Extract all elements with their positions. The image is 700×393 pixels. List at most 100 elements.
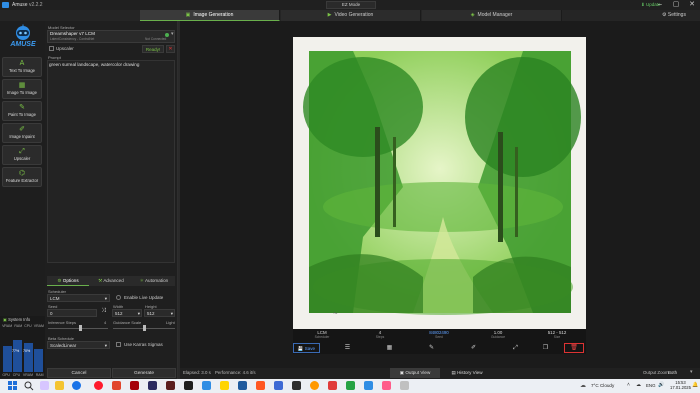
chevron-down-icon: ▾ [104, 296, 107, 301]
upscaler-checkbox[interactable] [49, 46, 54, 51]
elapsed-time: Elapsed: 3.0 s [183, 370, 211, 375]
ready-button[interactable]: Ready! [142, 45, 164, 53]
system-info-top-labels: VRAM RAM CPU VRAM [2, 324, 44, 328]
media-icon[interactable] [166, 381, 175, 390]
save-button[interactable]: 💾 Save [293, 343, 320, 353]
copilot-icon[interactable] [40, 381, 49, 390]
nav-paint-to-image[interactable]: ✎ Paint To Image [2, 101, 42, 121]
history-view-tab[interactable]: ▤ History View [442, 368, 492, 378]
shuffle-icon[interactable]: ⤨ [101, 308, 106, 315]
upscaler-label: Upscaler [56, 46, 74, 51]
close-icon[interactable]: ✕ [684, 0, 700, 9]
amuse-taskbar-icon[interactable] [202, 381, 211, 390]
app-icon[interactable] [400, 381, 409, 390]
tab-model-manager[interactable]: ◈ Model Manager [422, 10, 562, 21]
notification-icon[interactable]: 🔔 [692, 382, 698, 388]
copy-button[interactable]: ❐ [532, 343, 559, 353]
chevron-down-icon[interactable]: ▾ [690, 369, 693, 375]
output-zoom-select[interactable]: Both [668, 370, 677, 375]
seed-input[interactable]: 0 [47, 309, 97, 317]
nav-image-inpaint[interactable]: ✐ Image Inpaint [2, 123, 42, 143]
system-bar-ram [33, 348, 43, 372]
volume-icon[interactable]: 🔊 [658, 382, 664, 388]
windows-start-icon[interactable] [8, 381, 17, 390]
beta-schedule-select[interactable]: ScaledLinear ▾ [47, 341, 110, 349]
opera-icon[interactable] [94, 381, 103, 390]
chevron-down-icon[interactable]: ▾ [171, 31, 174, 37]
terminal-icon[interactable] [184, 381, 193, 390]
prompt-input[interactable] [47, 60, 175, 263]
nav-text-to-image[interactable]: A Text To Image [2, 57, 42, 77]
app-icon[interactable] [274, 381, 283, 390]
tray-chevron-icon[interactable]: ˄ [627, 382, 630, 388]
settings-button[interactable]: ⚙ Settings [662, 10, 700, 21]
text-icon: A [19, 60, 25, 67]
output-view-tab[interactable]: ▣ Output View [390, 368, 440, 378]
app-icon[interactable] [346, 381, 355, 390]
ez-mode-button[interactable]: EZ Mode [326, 1, 376, 9]
guidance-scale-slider[interactable] [143, 325, 146, 331]
tab-image-generation[interactable]: ▣ Image Generation [140, 10, 280, 21]
language-indicator[interactable]: ENG [646, 383, 656, 388]
vram-percent: 70% [23, 349, 31, 353]
wrench-icon: ⚒ [98, 278, 103, 283]
info-scheduler: LCM Scheduler [314, 330, 330, 339]
scheduler-select[interactable]: LCM ▾ [47, 294, 110, 302]
system-info-bottom-labels: GPU CPU VRAM RAM [2, 373, 44, 377]
expand-icon: ⤢ [513, 345, 518, 351]
file-explorer-icon[interactable] [55, 381, 64, 390]
svg-text:~: ~ [333, 310, 338, 317]
inference-steps-value: 4 [104, 320, 107, 325]
generate-button[interactable]: Generate [112, 368, 176, 378]
nav-image-to-image[interactable]: ▦ Image To Image [2, 79, 42, 99]
tab-automation[interactable]: ⚛ Automation [133, 276, 175, 286]
tab-video-generation[interactable]: ▶ Video Generation [281, 10, 421, 21]
delete-button[interactable]: 🗑 [564, 343, 584, 353]
tab-options[interactable]: ⚙ Options [47, 276, 89, 286]
cancel-button[interactable]: Cancel [47, 368, 111, 378]
nav-upscaler[interactable]: ⤢ Upscaler [2, 145, 42, 165]
image-icon: ▦ [18, 82, 26, 89]
chevron-down-icon: ▾ [137, 311, 140, 316]
paint-button[interactable]: ✎ [418, 343, 445, 353]
image-icon: ▦ [386, 345, 393, 351]
acrobat-icon[interactable] [130, 381, 139, 390]
search-icon[interactable] [24, 381, 36, 391]
app-icon[interactable] [256, 381, 265, 390]
width-select[interactable]: 512 ▾ [112, 309, 142, 317]
app-icon[interactable] [328, 381, 337, 390]
image-to-image-button[interactable]: ▦ [376, 343, 403, 353]
app-icon[interactable] [310, 381, 319, 390]
inference-steps-slider[interactable] [79, 325, 82, 331]
photoshop-icon[interactable] [148, 381, 157, 390]
app-icon[interactable] [292, 381, 301, 390]
maximize-icon[interactable]: ▢ [668, 0, 684, 9]
app-icon[interactable] [364, 381, 373, 390]
chrome-icon[interactable] [72, 381, 81, 390]
karras-checkbox[interactable] [116, 342, 121, 347]
guidance-scale-value: Light [166, 320, 175, 325]
extract-icon: ⌬ [18, 170, 26, 177]
expand-icon: ⤢ [19, 148, 25, 155]
window-title: Amuse v2.2.2 [12, 2, 43, 8]
nav-feature-extractor[interactable]: ⌬ Feature Extractor [2, 167, 42, 187]
upscale-button[interactable]: ⤢ [502, 343, 529, 353]
weather-icon: ☁ [580, 383, 586, 389]
inpaint-button[interactable]: ✐ [460, 343, 487, 353]
cloud-icon[interactable]: ☁ [636, 382, 641, 388]
unload-model-button[interactable]: ✕ [166, 45, 175, 53]
tab-advanced[interactable]: ⚒ Advanced [90, 276, 132, 286]
office-icon[interactable] [112, 381, 121, 390]
minimize-icon[interactable]: – [652, 0, 668, 9]
text-to-prompt-button[interactable]: ☰ [334, 343, 361, 353]
outlook-icon[interactable] [238, 381, 247, 390]
copy-icon: ❐ [542, 345, 549, 351]
sticky-icon[interactable] [220, 381, 229, 390]
info-seed[interactable]: 84802490 Seed [410, 330, 468, 339]
weather-widget[interactable]: 7°C Cloudy [591, 383, 614, 388]
clock[interactable]: 15:53 17.01.2025 [670, 380, 691, 390]
chip-icon: ▣ [3, 317, 7, 322]
live-update-toggle[interactable] [116, 295, 121, 300]
height-select[interactable]: 512 ▾ [144, 309, 175, 317]
app-icon[interactable] [382, 381, 391, 390]
